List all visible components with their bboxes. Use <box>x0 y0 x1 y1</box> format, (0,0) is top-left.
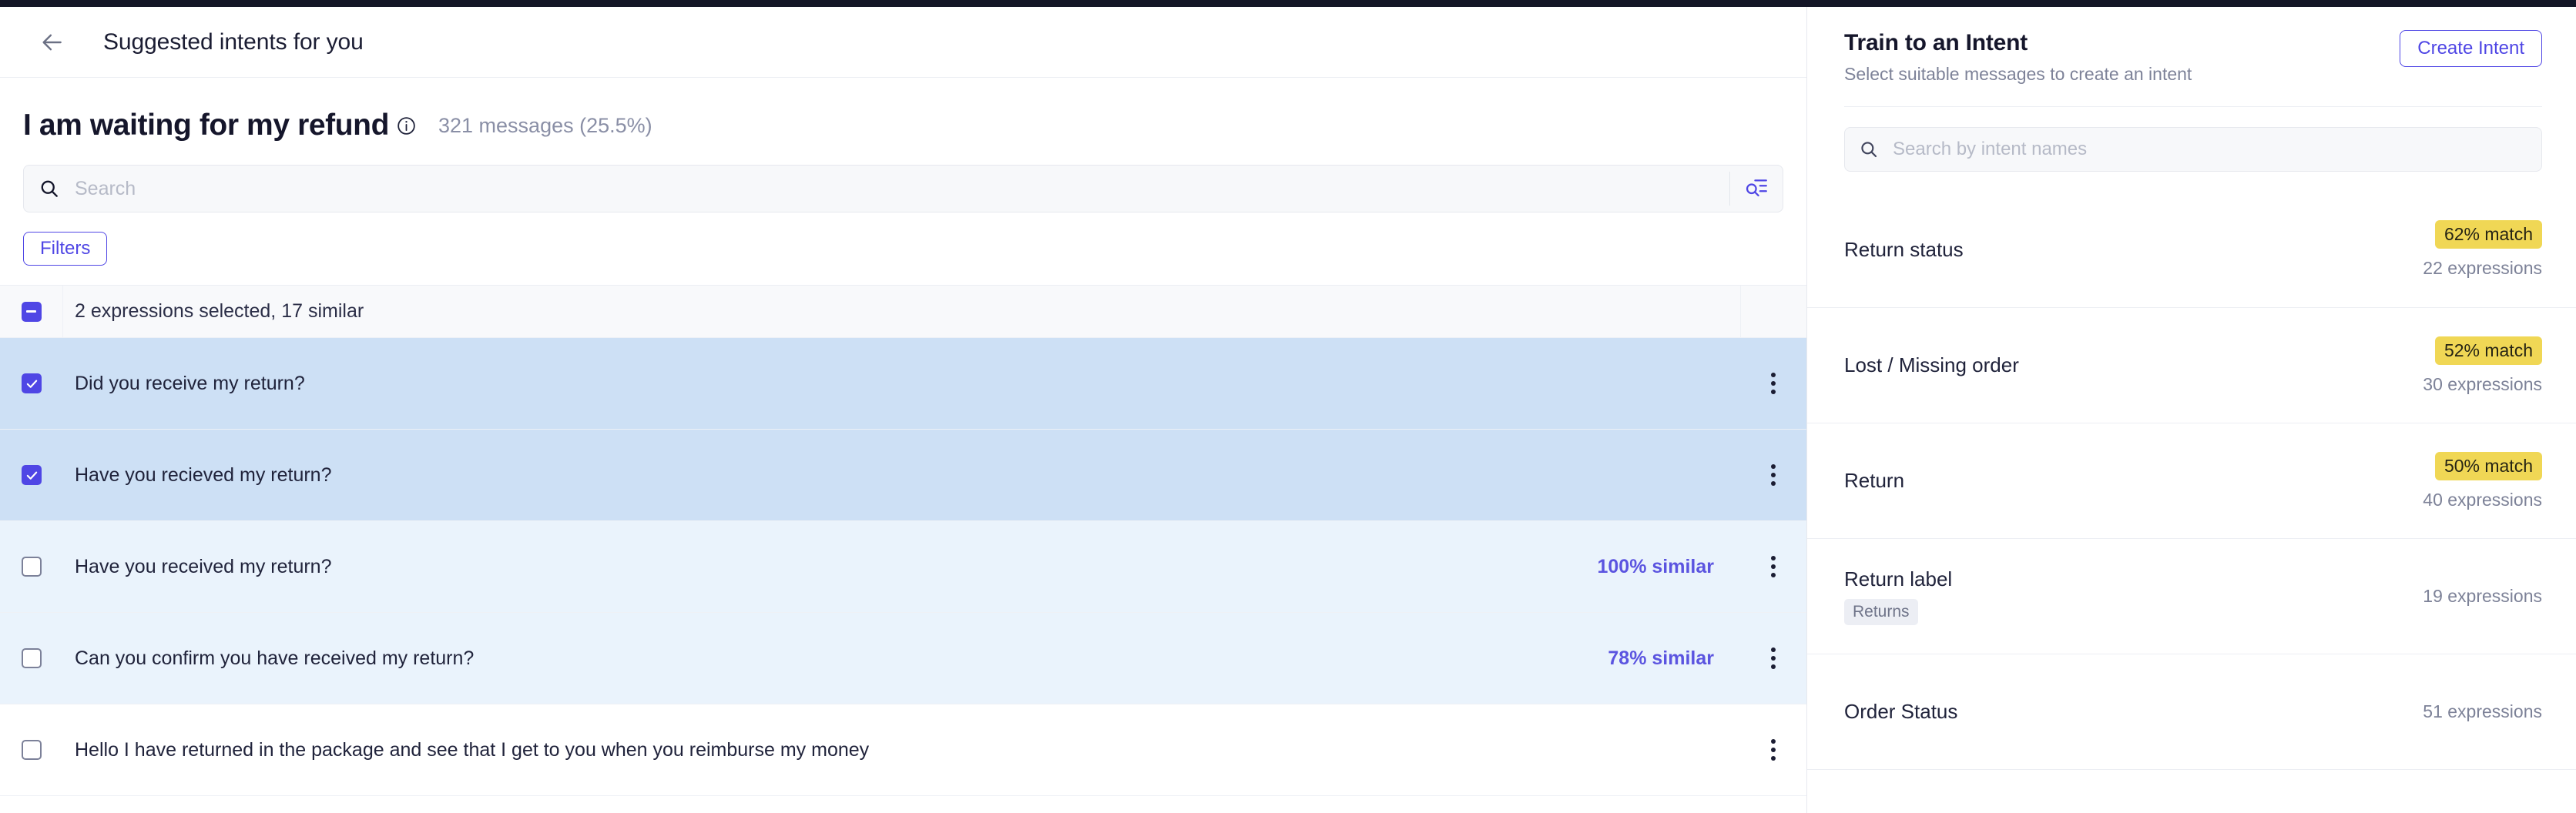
kebab-menu-icon[interactable] <box>1740 613 1806 704</box>
row-checkbox-cell[interactable] <box>0 521 63 612</box>
intent-tag: Returns <box>1844 599 1918 625</box>
kebab-menu-icon[interactable] <box>1740 521 1806 612</box>
row-checkbox[interactable] <box>22 648 42 668</box>
row-checkbox-cell[interactable] <box>0 338 63 429</box>
intent-list-item[interactable]: Lost / Missing order 52% match 30 expres… <box>1807 307 2576 423</box>
page-topbar: Suggested intents for you <box>0 7 1806 78</box>
intent-list-item[interactable]: Return label Returns 19 expressions <box>1807 538 2576 654</box>
intent-list-item[interactable]: Return status 62% match 22 expressions <box>1807 192 2576 307</box>
intent-name: Lost / Missing order <box>1844 353 2019 376</box>
intent-list-item[interactable]: Order Status 51 expressions <box>1807 654 2576 769</box>
panel-divider <box>1844 106 2542 107</box>
train-to-intent-pane: Train to an Intent Select suitable messa… <box>1806 7 2576 813</box>
search-list-filter-icon[interactable] <box>1730 166 1783 212</box>
intent-list: Return status 62% match 22 expressions L… <box>1807 192 2576 813</box>
expression-text: Have you received my return? <box>75 555 332 577</box>
table-row[interactable]: Did you receive my return? <box>0 338 1806 430</box>
table-row[interactable]: Have you received my return? 100% simila… <box>0 521 1806 613</box>
train-panel-title: Train to an Intent <box>1844 30 2028 55</box>
main-split: Suggested intents for you I am waiting f… <box>0 7 2576 813</box>
match-badge: 62% match <box>2434 220 2542 249</box>
expression-count: 51 expressions <box>2423 701 2542 721</box>
select-all-cell[interactable] <box>0 286 63 337</box>
similarity-score: 78% similar <box>1608 647 1714 669</box>
kebab-menu-icon[interactable] <box>1740 704 1806 795</box>
search-icon <box>24 178 75 199</box>
suggested-intents-pane: Suggested intents for you I am waiting f… <box>0 7 1806 813</box>
row-checkbox-cell[interactable] <box>0 704 63 795</box>
intent-search-input[interactable] <box>1893 128 2541 171</box>
kebab-menu-icon[interactable] <box>1740 338 1806 429</box>
search-input[interactable] <box>75 166 1729 212</box>
row-checkbox[interactable] <box>22 557 42 577</box>
select-all-checkbox[interactable] <box>21 301 42 322</box>
cluster-header: I am waiting for my refund 321 messages … <box>0 78 1806 142</box>
page-title: Suggested intents for you <box>103 28 364 55</box>
table-row[interactable]: Hello I have returned in the package and… <box>0 704 1806 796</box>
intent-search-bar <box>1844 127 2542 172</box>
selection-summary: 2 expressions selected, 17 similar <box>75 300 364 322</box>
expression-count: 19 expressions <box>2423 586 2542 606</box>
expression-count: 40 expressions <box>2423 489 2542 510</box>
train-panel-subtitle: Select suitable messages to create an in… <box>1844 64 2192 84</box>
intent-list-item[interactable]: Checkout issue 2 expressions <box>1807 769 2576 813</box>
intent-list-item[interactable]: Return 50% match 40 expressions <box>1807 423 2576 538</box>
intent-name: Order Status <box>1844 700 1958 723</box>
row-checkbox-cell[interactable] <box>0 613 63 704</box>
cluster-title: I am waiting for my refund <box>23 109 389 142</box>
expression-text: Can you confirm you have received my ret… <box>75 647 475 669</box>
search-icon <box>1845 139 1893 159</box>
match-badge: 50% match <box>2434 451 2542 480</box>
match-badge: 52% match <box>2434 336 2542 365</box>
expression-search-bar <box>23 165 1783 212</box>
browser-chrome-strip <box>0 0 2576 7</box>
info-circle-icon[interactable] <box>395 115 417 136</box>
table-row[interactable]: Can you confirm you have received my ret… <box>0 613 1806 704</box>
train-panel-header: Train to an Intent Select suitable messa… <box>1807 7 2576 85</box>
filters-row: Filters <box>0 212 1806 266</box>
row-checkbox[interactable] <box>22 373 42 393</box>
expression-text: Did you receive my return? <box>75 372 305 394</box>
table-header-row: 2 expressions selected, 17 similar <box>0 286 1806 338</box>
header-spacer <box>1740 286 1806 337</box>
app-root: Suggested intents for you I am waiting f… <box>0 0 2576 813</box>
row-checkbox-cell[interactable] <box>0 430 63 520</box>
intent-name: Return status <box>1844 237 1964 261</box>
arrow-left-icon[interactable] <box>35 25 69 59</box>
intent-name: Return label <box>1844 567 1953 591</box>
expressions-table: 2 expressions selected, 17 similar Did y… <box>0 285 1806 813</box>
row-checkbox[interactable] <box>22 465 42 485</box>
table-row[interactable]: Have you recieved my return? <box>0 430 1806 521</box>
expression-text: Hello I have returned in the package and… <box>75 738 870 761</box>
expression-text: Have you recieved my return? <box>75 463 332 486</box>
filters-button[interactable]: Filters <box>23 232 108 266</box>
expression-count: 22 expressions <box>2423 258 2542 278</box>
intent-name: Return <box>1844 469 1905 492</box>
create-intent-button[interactable]: Create Intent <box>2400 30 2542 67</box>
expression-count: 30 expressions <box>2423 373 2542 394</box>
similarity-score: 100% similar <box>1597 555 1715 577</box>
kebab-menu-icon[interactable] <box>1740 430 1806 520</box>
cluster-message-count: 321 messages (25.5%) <box>438 113 652 137</box>
row-checkbox[interactable] <box>22 740 42 760</box>
